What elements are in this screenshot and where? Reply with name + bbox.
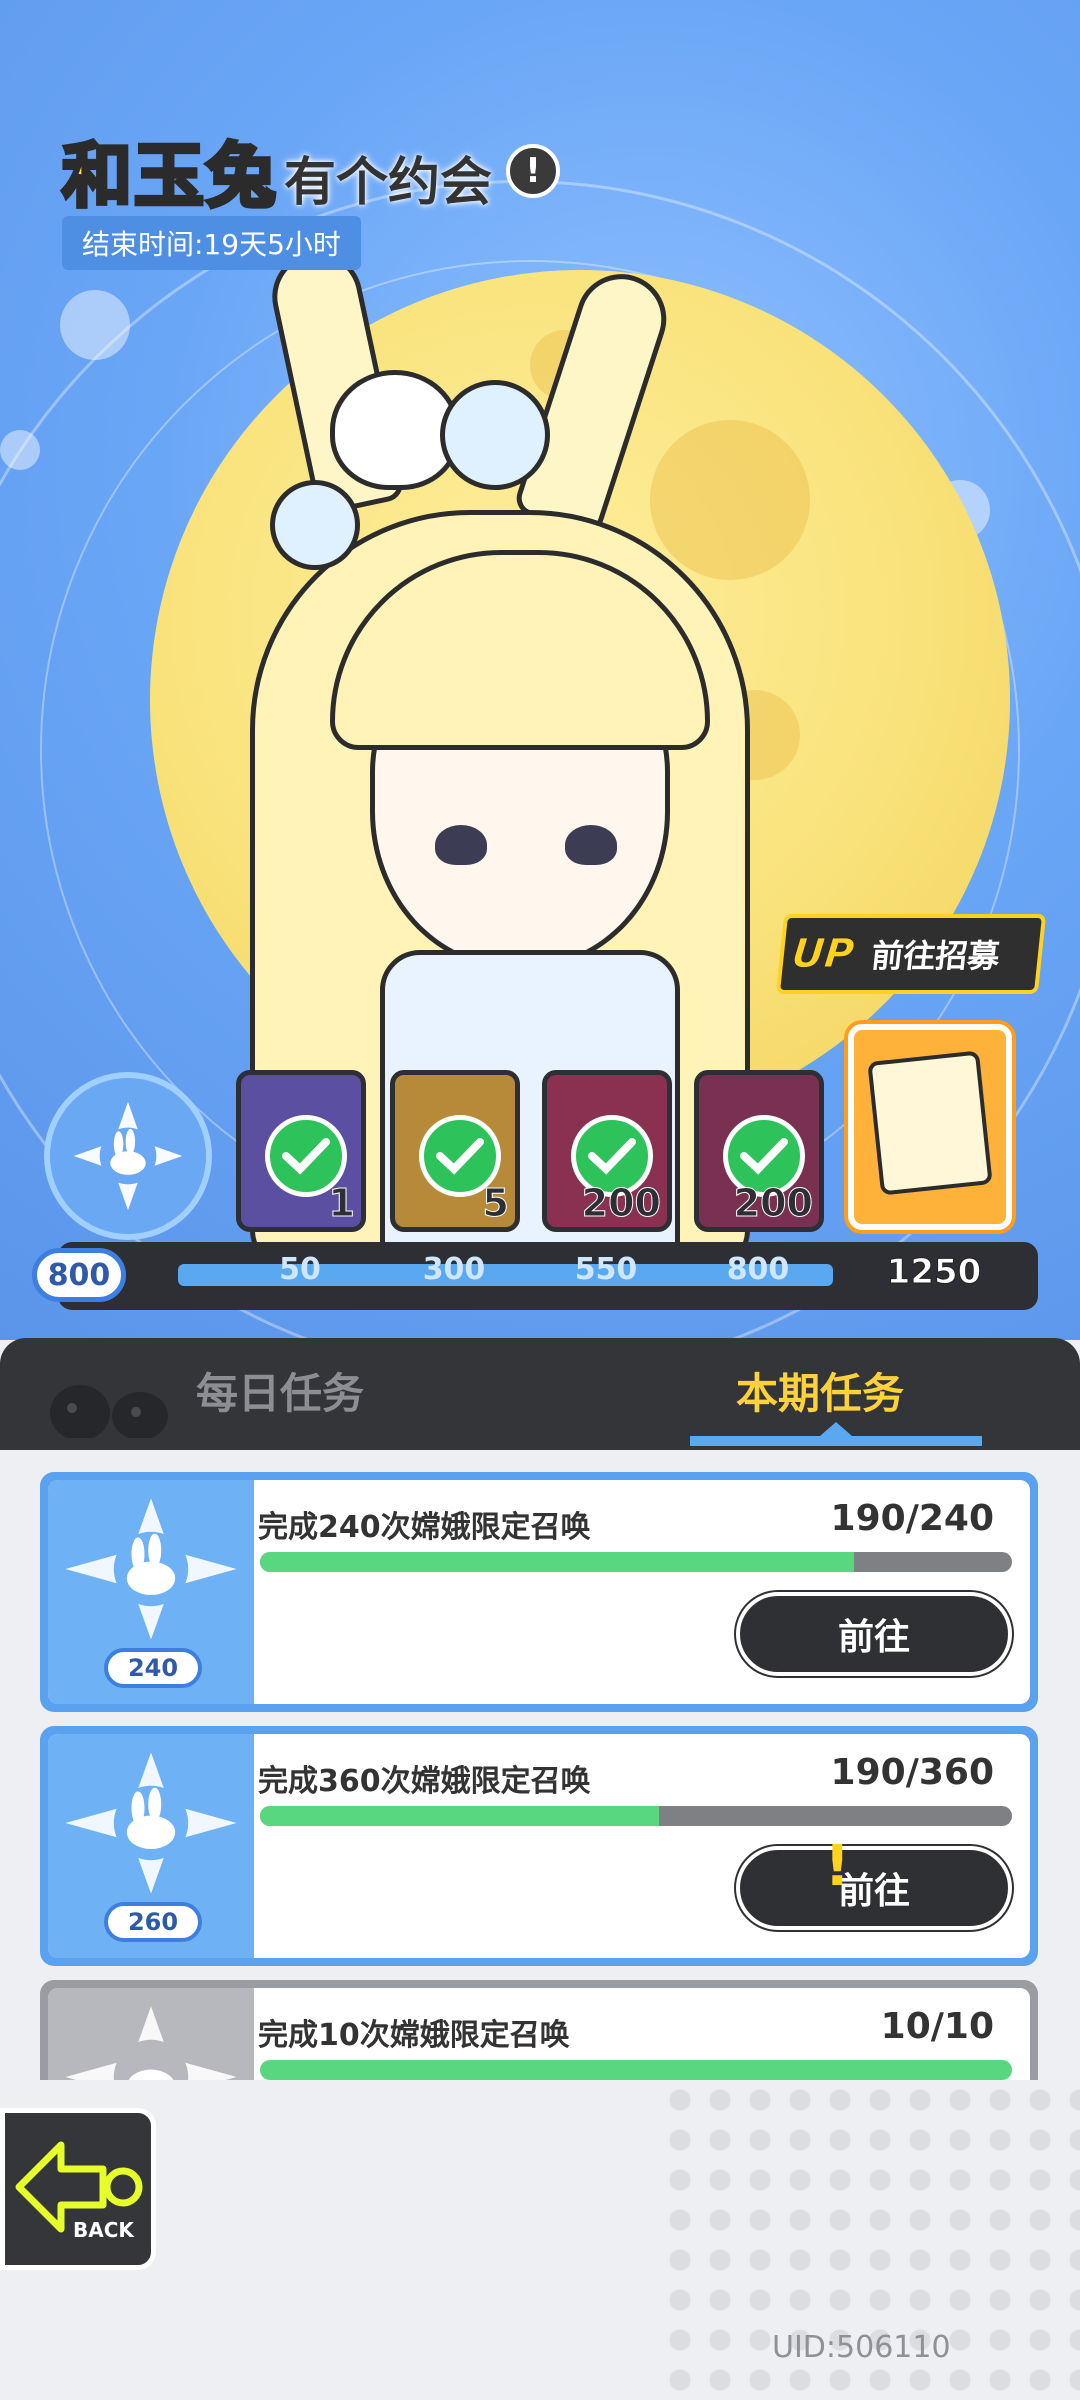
milestone-label: 300	[422, 1252, 486, 1287]
back-label: BACK	[73, 2218, 135, 2242]
rabbit-emblem-icon	[65, 2006, 237, 2080]
rabbit-emblem-icon	[65, 1498, 237, 1640]
task-reward-panel: 240	[48, 1480, 254, 1704]
reward-item[interactable]: 200	[542, 1070, 672, 1232]
back-button[interactable]: BACK	[0, 2108, 156, 2270]
task-points: 260	[104, 1902, 202, 1942]
decor-blob-icon	[50, 1385, 168, 1438]
tab-period-tasks[interactable]: 本期任务	[736, 1360, 904, 1421]
back-arrow-icon: BACK	[15, 2141, 143, 2242]
decor-bubble	[0, 430, 40, 470]
reward-item[interactable]: 1	[236, 1070, 366, 1232]
up-tag: UP	[789, 931, 857, 978]
event-points-icon	[44, 1072, 212, 1240]
task-card: 260 完成360次嫦娥限定召唤 190/360 前往 !	[40, 1726, 1038, 1966]
task-progress-bar	[260, 1552, 1012, 1572]
task-tab-bar: 每日任务 本期任务	[0, 1338, 1080, 1450]
user-id: UID:506110	[772, 2330, 951, 2365]
task-progress-fill	[260, 1806, 659, 1826]
task-progress-bar	[260, 1806, 1012, 1826]
rabbit-emblem-icon	[65, 1752, 237, 1894]
current-points: 800	[32, 1248, 126, 1302]
tap-sparkle-icon: !	[824, 1834, 850, 1899]
hair-bun	[440, 380, 550, 490]
task-progress-count: 10/10	[880, 2006, 994, 2047]
event-title-highlight: 和玉兔	[60, 133, 278, 219]
event-title: 和玉兔 有个约会 !	[60, 120, 561, 221]
task-title: 完成10次嫦娥限定召唤	[258, 2018, 570, 2053]
task-card: 完成10次嫦娥限定召唤 10/10	[40, 1980, 1038, 2080]
milestone-label: 800	[726, 1252, 790, 1287]
task-reward-panel	[48, 1988, 254, 2080]
decor-bubble	[60, 290, 130, 360]
task-title: 完成240次嫦娥限定召唤	[258, 1510, 591, 1545]
reward-item[interactable]: 200	[694, 1070, 824, 1232]
task-card: 240 完成240次嫦娥限定召唤 190/240 前往	[40, 1472, 1038, 1712]
info-icon[interactable]: !	[506, 143, 561, 198]
reward-item[interactable]: 5	[390, 1070, 520, 1232]
milestone-label: 1250	[886, 1252, 982, 1293]
reward-quantity: 200	[581, 1181, 661, 1226]
reward-quantity: 200	[733, 1181, 813, 1226]
final-reward-item[interactable]	[848, 1024, 1012, 1230]
tab-daily-tasks[interactable]: 每日任务	[196, 1360, 364, 1421]
character-eye	[435, 825, 487, 865]
go-recruit-button[interactable]: UP 前往招募	[775, 914, 1047, 994]
reward-quantity: 5	[482, 1181, 509, 1226]
tab-indicator	[690, 1436, 982, 1446]
task-title: 完成360次嫦娥限定召唤	[258, 1764, 591, 1799]
task-points: 240	[104, 1648, 202, 1688]
character-eye	[565, 825, 617, 865]
hair-bun	[270, 480, 360, 570]
go-button[interactable]: 前往	[736, 1846, 1012, 1930]
milestone-label: 550	[574, 1252, 638, 1287]
rabbit-emblem-icon	[73, 1101, 183, 1211]
event-title-rest: 有个约会	[284, 153, 493, 213]
milestone-label: 50	[279, 1252, 321, 1287]
tab-indicator-arrow	[820, 1422, 852, 1436]
task-progress-count: 190/240	[830, 1498, 994, 1539]
character-portrait-icon	[867, 1050, 993, 1196]
task-list[interactable]: 240 完成240次嫦娥限定召唤 190/240 前往 260 完成360次嫦娥…	[0, 1450, 1080, 2080]
event-end-time: 结束时间:19天5小时	[62, 216, 361, 270]
task-progress-fill	[260, 1552, 855, 1572]
reward-quantity: 1	[328, 1181, 355, 1226]
go-recruit-label: 前往招募	[869, 937, 1002, 975]
task-progress-count: 190/360	[830, 1752, 994, 1793]
go-button[interactable]: 前往	[736, 1592, 1012, 1676]
task-progress-fill	[260, 2060, 1012, 2080]
task-progress-bar	[260, 2060, 1012, 2080]
task-reward-panel: 260	[48, 1734, 254, 1958]
